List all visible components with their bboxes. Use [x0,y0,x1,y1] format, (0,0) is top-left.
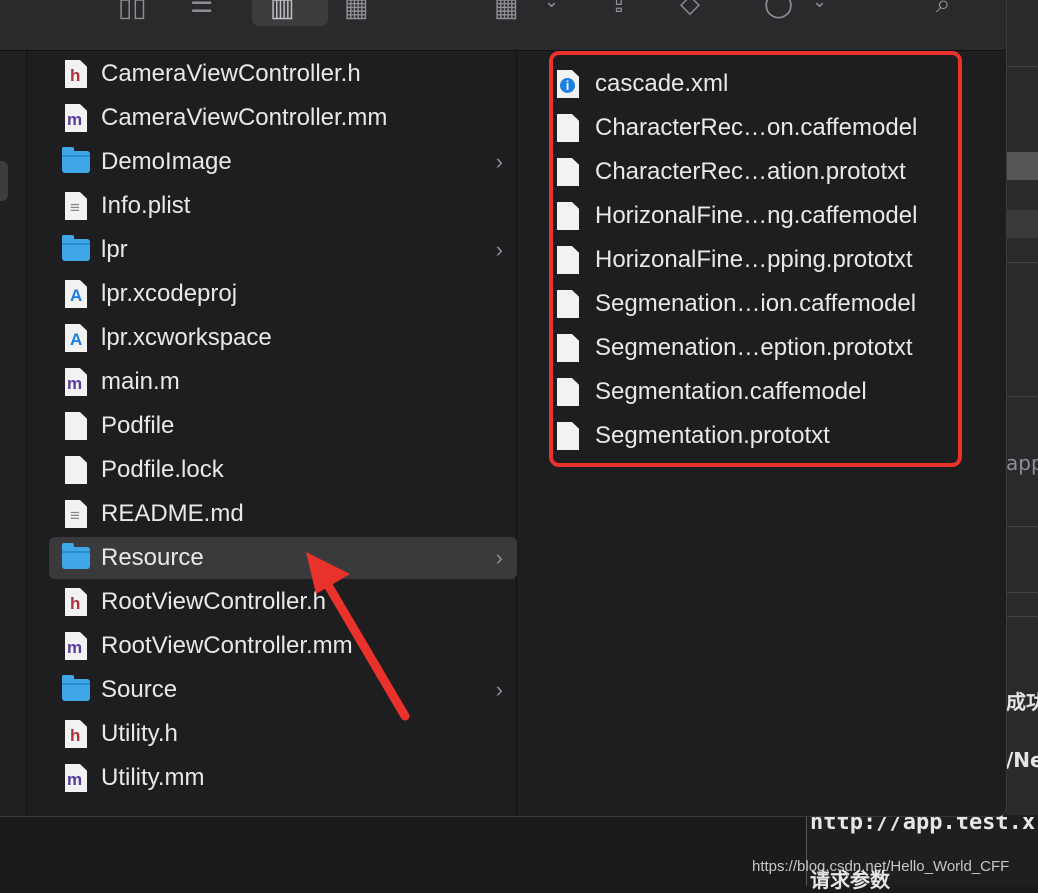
watermark: https://blog.csdn.net/Hello_World_CFF [752,858,1010,875]
red-arrow-annotation [306,552,410,721]
